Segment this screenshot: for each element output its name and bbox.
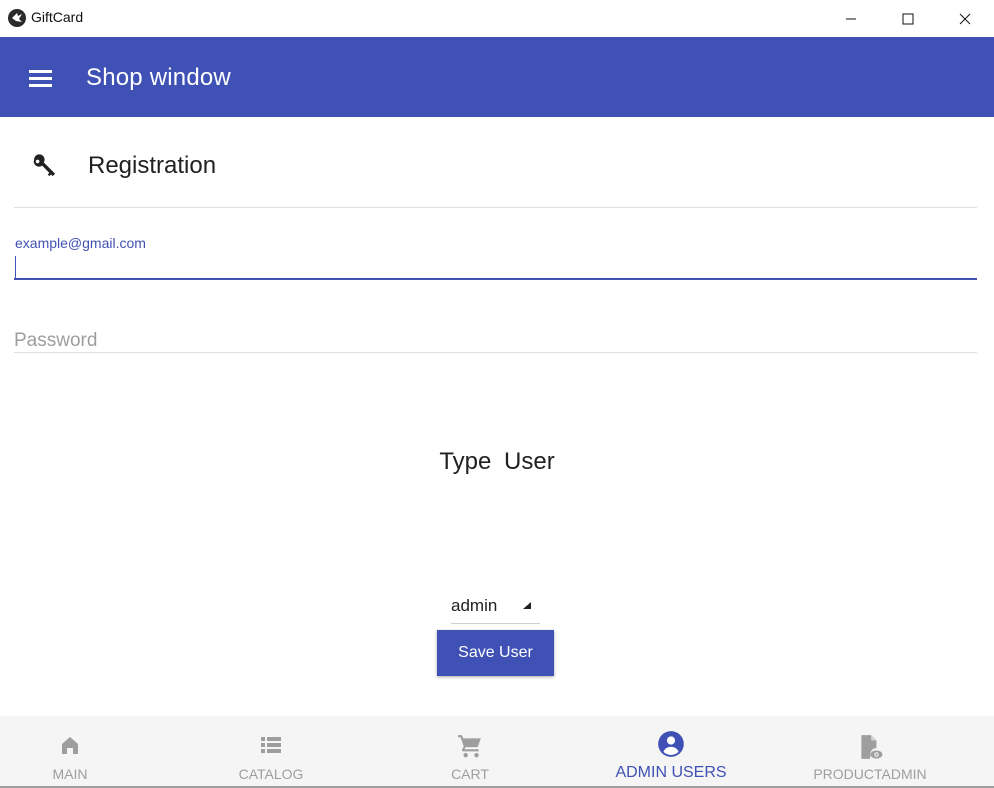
kivy-app-icon — [8, 9, 26, 27]
list-icon — [261, 737, 281, 753]
nav-item-admin-users[interactable]: ADMIN USERS — [571, 716, 771, 786]
home-icon — [62, 737, 78, 754]
password-field-underline — [14, 352, 977, 353]
minimize-button[interactable] — [822, 0, 880, 37]
nav-item-productadmin[interactable]: PRODUCTADMIN — [770, 716, 970, 786]
close-button[interactable] — [936, 0, 994, 37]
menu-icon[interactable] — [29, 70, 53, 88]
window-title: GiftCard — [31, 9, 84, 25]
cart-icon — [458, 735, 481, 758]
nav-label-catalog: CATALOG — [238, 766, 304, 782]
minimize-icon — [846, 18, 856, 19]
registration-title: Registration — [88, 152, 217, 179]
user-type-selected: admin — [451, 596, 498, 615]
header-divider — [14, 207, 977, 208]
type-user-heading: Type User — [439, 448, 555, 475]
bottom-navigation: MAIN CATALOG CART ADMIN USERS PRODUCTADM… — [0, 716, 994, 788]
nav-label-cart: CART — [451, 766, 489, 782]
dropdown-arrow-icon — [523, 602, 531, 609]
nav-label-admin-users: ADMIN USERS — [615, 764, 727, 781]
email-field-underline — [14, 278, 977, 280]
nav-label-main: MAIN — [52, 766, 88, 782]
text-cursor — [15, 256, 16, 278]
nav-item-catalog[interactable]: CATALOG — [171, 716, 371, 786]
close-icon — [959, 13, 971, 24]
email-field-label: example@gmail.com — [15, 235, 146, 251]
user-type-dropdown[interactable]: admin — [451, 593, 540, 624]
save-user-button[interactable]: Save User — [437, 630, 554, 676]
account-circle-icon — [658, 731, 684, 757]
key-icon — [30, 152, 58, 185]
file-eye-icon — [861, 735, 883, 759]
maximize-button[interactable] — [879, 0, 937, 37]
email-field[interactable] — [14, 252, 977, 279]
nav-item-cart[interactable]: CART — [370, 716, 570, 786]
app-bar-title: Shop window — [86, 64, 231, 91]
window-titlebar: GiftCard — [0, 0, 994, 37]
nav-label-productadmin: PRODUCTADMIN — [813, 766, 927, 782]
nav-item-main[interactable]: MAIN — [0, 716, 170, 786]
app-bar: Shop window — [0, 37, 994, 117]
password-field[interactable] — [14, 329, 977, 353]
maximize-icon — [902, 13, 914, 24]
